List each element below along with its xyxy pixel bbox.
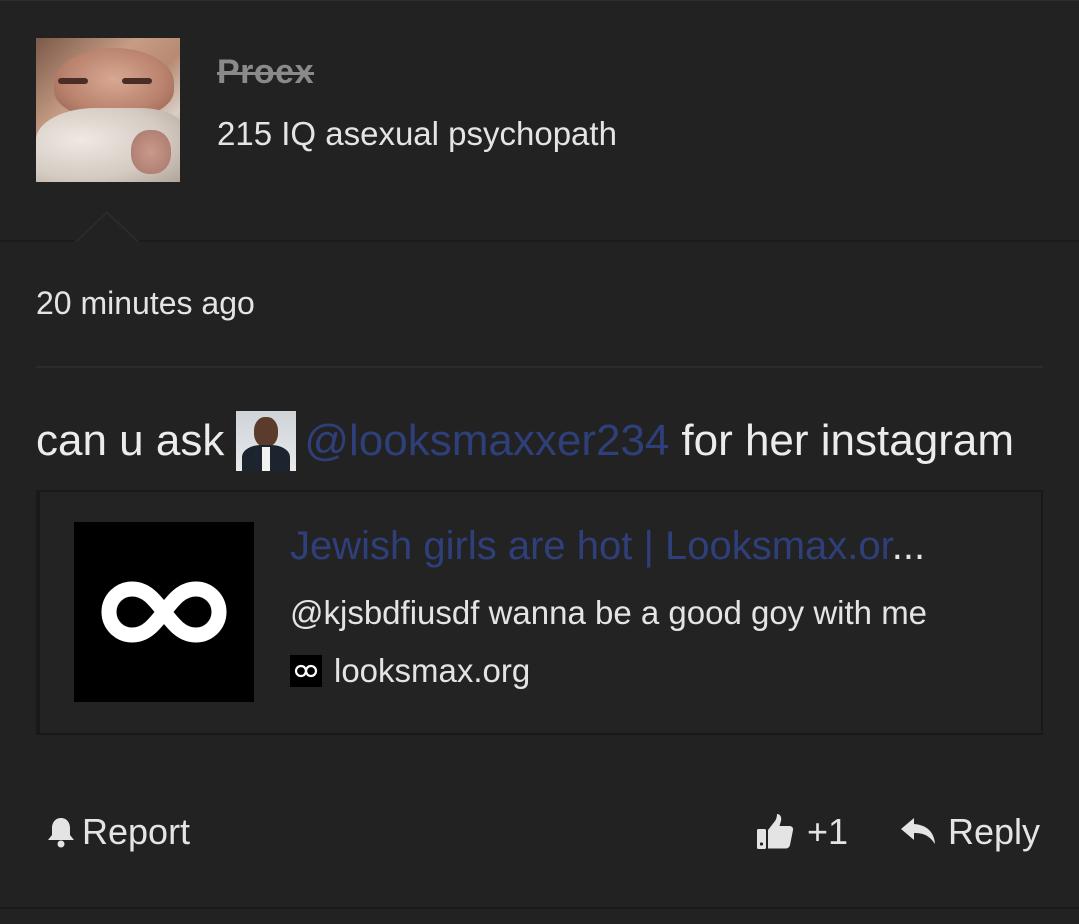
link-preview-description: @kjsbdfiusdf wanna be a good goy with me bbox=[290, 594, 928, 631]
reply-button[interactable]: Reply bbox=[900, 811, 1040, 853]
domain-text: looksmax.org bbox=[334, 652, 531, 689]
thumbs-up-icon bbox=[757, 814, 794, 849]
link-preview-title[interactable]: Jewish girls are hot | Looksmax.or... bbox=[290, 524, 1015, 569]
infinity-logo-icon bbox=[101, 581, 227, 643]
link-preview-card[interactable]: Jewish girls are hot | Looksmax.or... @k… bbox=[36, 490, 1043, 735]
divider bbox=[36, 366, 1043, 368]
message-text-after: for her instagram bbox=[681, 416, 1014, 465]
report-label: Report bbox=[82, 811, 191, 852]
message-text-before: can u ask bbox=[36, 416, 225, 465]
post-actions-bar: Report +1 Reply bbox=[0, 801, 1079, 871]
title-ellipsis: ... bbox=[891, 524, 926, 568]
link-title-text[interactable]: Jewish girls are hot | Looksmax.or bbox=[290, 524, 892, 568]
reply-label: Reply bbox=[948, 811, 1041, 852]
reply-arrow-icon bbox=[901, 818, 935, 844]
report-button[interactable]: Report bbox=[46, 811, 190, 853]
user-title: 215 IQ asexual psychopath bbox=[217, 115, 617, 152]
username-link[interactable]: Proex bbox=[217, 53, 314, 92]
user-mention-link[interactable]: @looksmaxxer234 bbox=[304, 416, 669, 466]
post-message: can u ask @looksmaxxer234 for her instag… bbox=[36, 411, 1014, 471]
user-avatar[interactable] bbox=[36, 38, 180, 182]
post-author-block: Proex 215 IQ asexual psychopath bbox=[0, 1, 1079, 242]
bottom-divider bbox=[0, 907, 1079, 909]
site-logo-thumbnail[interactable] bbox=[74, 522, 254, 702]
mention-avatar[interactable] bbox=[236, 411, 297, 471]
link-preview-domain: looksmax.org bbox=[290, 652, 530, 690]
like-count: +1 bbox=[807, 811, 849, 852]
bell-icon bbox=[48, 818, 74, 848]
like-button[interactable]: +1 bbox=[755, 811, 848, 853]
forum-post: Proex 215 IQ asexual psychopath 20 minut… bbox=[0, 0, 1079, 924]
post-timestamp[interactable]: 20 minutes ago bbox=[36, 285, 255, 322]
site-favicon-icon bbox=[290, 655, 322, 687]
